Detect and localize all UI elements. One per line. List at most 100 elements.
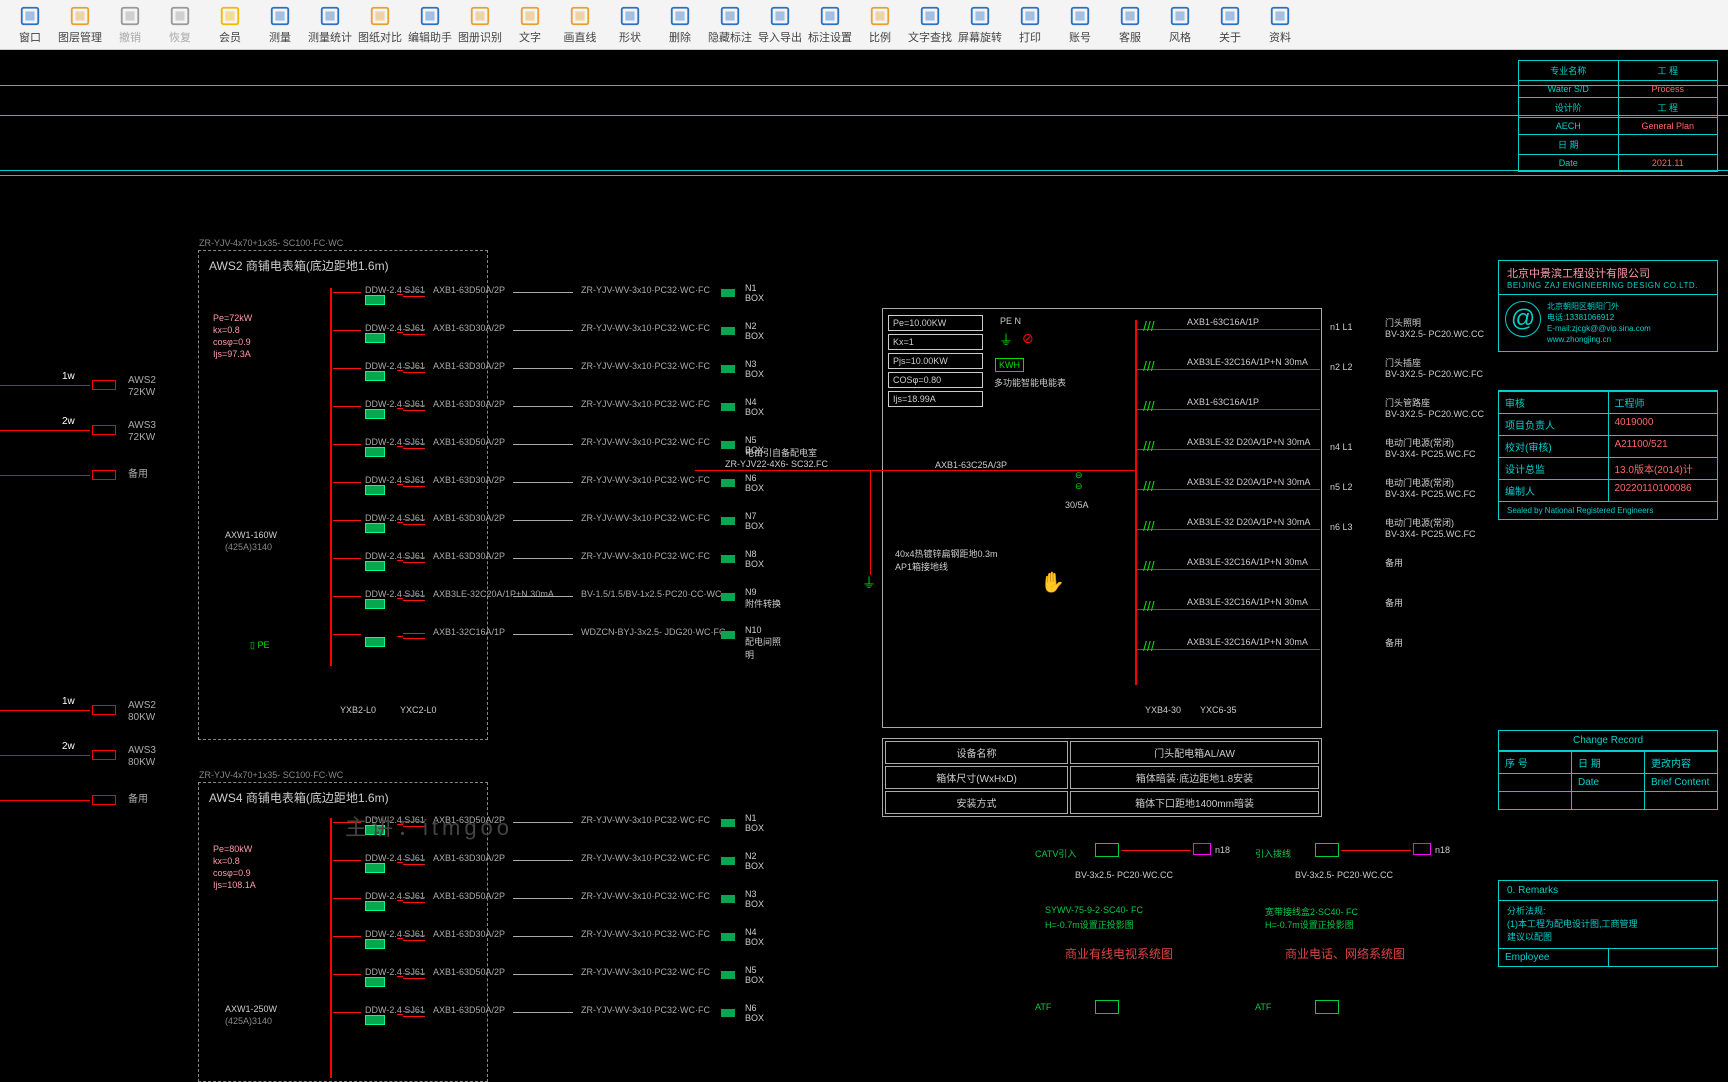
undo-icon	[119, 5, 141, 27]
cable-spec: BV-3X2.5- PC20.WC.CC	[1385, 409, 1484, 419]
breaker-label: AXB1-63D30A/2P	[433, 399, 505, 409]
comm-cable: BV-3x2.5- PC20·WC.CC	[1295, 870, 1393, 880]
cable-spec: ZR-YJV-WV-3x10·PC32·WC·FC	[581, 967, 710, 977]
aws2-load-kx: kx=0.8	[213, 324, 240, 336]
breaker-icon	[403, 973, 425, 979]
toolbar-label: 风格	[1169, 29, 1191, 45]
toolbar-undo-button[interactable]: 撤销	[106, 2, 154, 48]
aws2-busbar	[330, 288, 332, 666]
breaker-label: AXB3LE-32C16A/1P+N 30mA	[1187, 597, 1308, 607]
wire-line	[513, 330, 573, 331]
ap-foot-l: YXB4-30	[1145, 705, 1181, 715]
bus-tap	[333, 444, 361, 445]
toolbar-style-button[interactable]: 风格	[1156, 2, 1204, 48]
toolbar-label: 账号	[1069, 29, 1091, 45]
wire-line	[513, 1012, 573, 1013]
breaker-label: AXB3LE-32 D20A/1P+N 30mA	[1187, 517, 1310, 527]
toolbar-support-button[interactable]: 客服	[1106, 2, 1154, 48]
terminal-icon	[721, 441, 735, 449]
toolbar-scale-button[interactable]: 比例	[856, 2, 904, 48]
wire-line	[513, 444, 573, 445]
load-name: BOX	[745, 861, 764, 871]
toolbar-import-export-button[interactable]: 导入导出	[756, 2, 804, 48]
aws4-load-cos: cosφ=0.9	[213, 867, 251, 879]
toolbar-find-text-button[interactable]: 文字查找	[906, 2, 954, 48]
circuit-row: DDW-2.4 SJ61 AXB1-63D50A/2P ZR-YJV-WV-3x…	[333, 889, 783, 909]
breaker-icon	[403, 633, 425, 639]
cable-spec: ZR-YJV-4x70+1x35- SC100·FC·WC	[199, 770, 343, 780]
terminal-icon	[721, 819, 735, 827]
toolbar-compare-button[interactable]: 图纸对比	[356, 2, 404, 48]
cable-spec: BV-3X4- PC25.WC.FC	[1385, 449, 1476, 459]
remarks-block: 0. Remarks 分析法规:(1)本工程为配电设计图,工商管理建议以配图 E…	[1498, 880, 1718, 967]
cable-spec: ZR-YJV-WV-3x10·PC32·WC·FC	[581, 891, 710, 901]
aws2-load-cos: cosφ=0.9	[213, 336, 251, 348]
toolbar-layers-button[interactable]: 图层管理	[56, 2, 104, 48]
toolbar-label: 图纸对比	[358, 29, 402, 45]
breaker-label: AXB1-63D30A/2P	[433, 323, 505, 333]
toolbar-label: 编辑助手	[408, 29, 452, 45]
watermark-text: 主讲：itmgoo	[345, 810, 513, 842]
breaker-label: AXB3LE-32C16A/1P+N 30mA	[1187, 637, 1308, 647]
load-name: BOX	[745, 975, 764, 985]
toolbar-edit-helper-button[interactable]: 编辑助手	[406, 2, 454, 48]
toolbar-data-button[interactable]: 资料	[1256, 2, 1304, 48]
toolbar-about-button[interactable]: 关于	[1206, 2, 1254, 48]
feed-number: 2w	[62, 416, 75, 427]
print-icon	[1019, 5, 1041, 27]
toolbar-text-button[interactable]: 文字	[506, 2, 554, 48]
ap-param-pe: Pe=10.00KW	[888, 315, 983, 331]
change-record-block: Change Record 序 号日 期更改内容 DateBrief Conte…	[1498, 730, 1718, 810]
annot-setting-icon	[819, 5, 841, 27]
feed-number: 1w	[62, 696, 75, 707]
toolbar-vip-button[interactable]: 会员	[206, 2, 254, 48]
account-icon	[1069, 5, 1091, 27]
aws4-load-pe: Pe=80kW	[213, 843, 252, 855]
breaker-label: AXB1-63D30A/2P	[433, 929, 505, 939]
bus-tap	[333, 482, 361, 483]
comm-splitter-spec: SYWV-75-9-2·SC40- FC	[1045, 905, 1143, 915]
breaker-label: AXB1-63D50A/2P	[433, 1005, 505, 1015]
ap-param-kx: Kx=1	[888, 334, 983, 350]
toolbar-shape-button[interactable]: 形状	[606, 2, 654, 48]
toolbar-print-button[interactable]: 打印	[1006, 2, 1054, 48]
toolbar-account-button[interactable]: 账号	[1056, 2, 1104, 48]
aws4-main: AXW1-250W	[225, 1004, 277, 1014]
cable-spec: BV-1.5/1.5/BV-1x2.5·PC20·CC·WC	[581, 589, 722, 599]
hide-annot-icon	[719, 5, 741, 27]
toolbar-ocr-button[interactable]: 图册识别	[456, 2, 504, 48]
terminal-icon	[721, 1009, 735, 1017]
find-text-icon	[919, 5, 941, 27]
toolbar-measure-button[interactable]: 测量	[256, 2, 304, 48]
circuit-row: DDW-2.4 SJ61 AXB1-63D30A/2P ZR-YJV-WV-3x…	[333, 511, 783, 531]
ap-pe-drop	[870, 470, 871, 575]
phase-mark-icon: ///	[1143, 478, 1155, 494]
load-name: 门头管路座	[1385, 396, 1430, 409]
toolbar-label: 撤销	[119, 29, 141, 45]
delete-icon	[669, 5, 691, 27]
drawing-canvas[interactable]: ✋ 1w AWS2 72KW 2w AWS3 72KW 备用 1w AWS2 8…	[0, 50, 1728, 1080]
toolbar-redo-button[interactable]: 恢复	[156, 2, 204, 48]
toolbar-delete-button[interactable]: 删除	[656, 2, 704, 48]
ap-feeder-line	[695, 470, 880, 471]
toolbar-measure-stat-button[interactable]: 测量统计	[306, 2, 354, 48]
feed-dest: 备用	[128, 465, 148, 480]
comm-in-label: 引入拨线	[1255, 847, 1291, 860]
toolbar-window-button[interactable]: 窗口	[6, 2, 54, 48]
breaker-label: AXB1-63D30A/2P	[433, 853, 505, 863]
ap-circuit-row: /// AXB3LE-32 D20A/1P+N 30mA n5 L2 电动门电源…	[1135, 480, 1495, 500]
circuit-row: DDW-2.4 SJ61 AXB1-63D30A/2P ZR-YJV-WV-3x…	[333, 549, 783, 569]
load-name: 附件转换	[745, 597, 781, 610]
toolbar-label: 恢复	[169, 29, 191, 45]
breaker-label: AXB3LE-32C16A/1P+N 30mA	[1187, 557, 1308, 567]
toolbar-line-button[interactable]: 画直线	[556, 2, 604, 48]
load-name: BOX	[745, 293, 764, 303]
toolbar-label: 标注设置	[808, 29, 852, 45]
toolbar-hide-annot-button[interactable]: 隐藏标注	[706, 2, 754, 48]
toolbar-annot-setting-button[interactable]: 标注设置	[806, 2, 854, 48]
cable-spec: ZR-YJV-WV-3x10·PC32·WC·FC	[581, 399, 710, 409]
toolbar-rotate-button[interactable]: 屏幕旋转	[956, 2, 1004, 48]
meter-icon	[365, 863, 385, 873]
circuit-row: DDW-2.4 SJ61 AXB1-63D30A/2P ZR-YJV-WV-3x…	[333, 397, 783, 417]
toolbar-label: 图层管理	[58, 29, 102, 45]
